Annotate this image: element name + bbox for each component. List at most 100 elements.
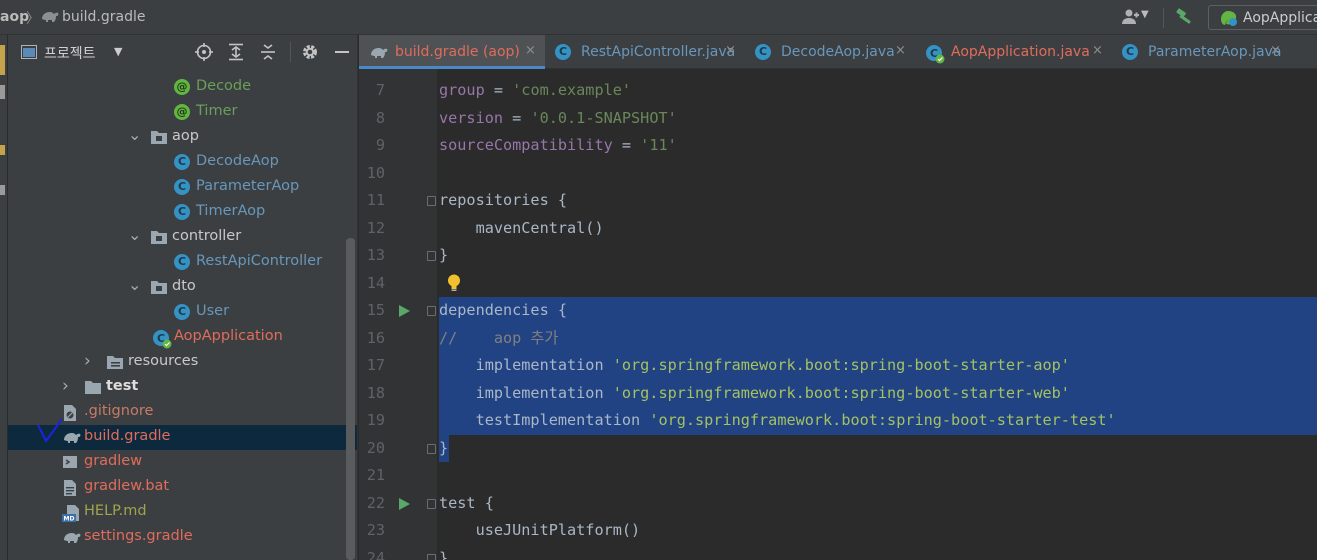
tree-item-timer[interactable]: @ Timer	[8, 100, 357, 125]
line-number: 7	[375, 81, 385, 99]
tree-item-user[interactable]: C User	[8, 300, 357, 325]
chevron-down-icon[interactable]: ⌄	[128, 275, 141, 294]
collapse-all-icon[interactable]	[259, 43, 277, 61]
editor-tab[interactable]: C DecodeAop.java ×	[745, 35, 915, 69]
tree-item-dto[interactable]: ⌄ dto	[8, 275, 357, 300]
editor-tab[interactable]: C RestApiController.java ×	[545, 35, 745, 69]
project-tree-scrollbar[interactable]	[346, 238, 355, 560]
close-icon[interactable]: ×	[1092, 43, 1103, 58]
chevron-down-icon[interactable]: ⌄	[128, 225, 141, 244]
tree-item-label: gradlew.bat	[84, 478, 170, 494]
package-folder-icon	[150, 279, 167, 296]
code-line[interactable]: 22 test {	[359, 490, 1317, 518]
close-icon[interactable]: ×	[895, 43, 906, 58]
tool-window-tab[interactable]	[0, 145, 5, 155]
project-panel-header: 프로젝트 ▼	[8, 35, 358, 69]
code-token: implementation	[439, 356, 613, 374]
code-line[interactable]: 21	[359, 462, 1317, 490]
checkmark-annotation	[37, 418, 63, 443]
tree-item-gradlew[interactable]: gradlew	[8, 450, 357, 475]
code-token: 'org.springframework.boot:spring-boot-st…	[612, 383, 1070, 402]
expand-all-icon[interactable]	[227, 43, 245, 61]
minimize-icon[interactable]	[333, 43, 351, 61]
code-token: // aop 추가	[439, 328, 559, 347]
code-line[interactable]: 10	[359, 160, 1317, 188]
fold-marker-icon[interactable]	[427, 553, 436, 560]
code-line[interactable]: 7 group = 'com.example'	[359, 77, 1317, 105]
code-line[interactable]: 18 implementation 'org.springframework.b…	[359, 379, 1317, 407]
editor-tab[interactable]: build.gradle (aop) ×	[359, 35, 545, 69]
code-text: version = '0.0.1-SNAPSHOT'	[439, 105, 677, 133]
tree-item-gradlew-bat[interactable]: gradlew.bat	[8, 475, 357, 500]
code-line[interactable]: 17 implementation 'org.springframework.b…	[359, 352, 1317, 380]
run-gutter-icon[interactable]	[399, 305, 410, 317]
breadcrumb-file[interactable]: build.gradle	[62, 9, 146, 25]
code-line[interactable]: 15 dependencies {	[359, 297, 1317, 325]
tree-item-decode[interactable]: @ Decode	[8, 75, 357, 100]
tree-item-label: settings.gradle	[84, 528, 193, 544]
fold-marker-icon[interactable]	[427, 443, 436, 454]
tree-item-decodeaop[interactable]: C DecodeAop	[8, 150, 357, 175]
chevron-right-icon[interactable]: ›	[62, 376, 69, 396]
fold-marker-icon[interactable]	[427, 196, 436, 206]
code-line[interactable]: 20}	[359, 434, 1317, 462]
code-line[interactable]: 14	[359, 270, 1317, 298]
tree-item-restapicontroller[interactable]: C RestApiController	[8, 250, 357, 275]
tree-item-aop[interactable]: ⌄ aop	[8, 125, 357, 150]
folder-icon	[84, 379, 101, 396]
close-icon[interactable]: ×	[525, 43, 536, 58]
breadcrumb-project[interactable]: aop	[0, 9, 29, 25]
line-number: 20	[366, 438, 385, 457]
chevron-right-icon[interactable]: ›	[84, 351, 91, 371]
editor-tab[interactable]: C AopApplication.java ×	[915, 35, 1112, 69]
gitignore-icon	[62, 404, 79, 421]
code-line[interactable]: 19 testImplementation 'org.springframewo…	[359, 407, 1317, 435]
line-number: 8	[375, 108, 385, 127]
close-icon[interactable]: ×	[725, 43, 736, 58]
tree-item-settings-gradle[interactable]: settings.gradle	[8, 525, 357, 550]
fold-marker-icon[interactable]	[427, 251, 436, 261]
tree-item-aopapplication[interactable]: C AopApplication	[8, 325, 357, 350]
run-gutter-icon[interactable]	[399, 497, 410, 510]
tool-window-tab[interactable]	[0, 185, 5, 195]
tree-item-label: controller	[172, 228, 242, 244]
code-view[interactable]: 7 group = 'com.example' 8 version = '0.0.1-…	[359, 69, 1317, 560]
run-configuration-selector[interactable]: AopApplication	[1208, 5, 1317, 30]
project-panel-title[interactable]: 프로젝트	[44, 43, 96, 63]
code-line[interactable]: 24}	[359, 545, 1317, 560]
code-line[interactable]: 23 useJUnitPlatform()	[359, 517, 1317, 545]
tree-item-label: TimerAop	[196, 203, 266, 219]
gradle-icon	[62, 529, 81, 546]
code-line[interactable]: 9 sourceCompatibility = '11'	[359, 132, 1317, 160]
chevron-down-icon[interactable]: ▼	[1141, 9, 1149, 20]
editor-tab[interactable]: C ParameterAop.java ×	[1112, 35, 1290, 69]
locate-icon[interactable]	[195, 43, 213, 61]
chevron-down-icon[interactable]: ⌄	[128, 125, 141, 144]
gear-icon[interactable]	[301, 43, 319, 61]
code-line[interactable]: 8 version = '0.0.1-SNAPSHOT'	[359, 105, 1317, 133]
tree-item-help-md[interactable]: MD HELP.md	[8, 500, 357, 525]
fold-marker-icon[interactable]	[427, 306, 436, 316]
code-line[interactable]: 11 repositories {	[359, 187, 1317, 215]
hammer-icon[interactable]	[1174, 7, 1194, 31]
code-line[interactable]: 16 // aop 추가	[359, 324, 1317, 353]
code-text: // aop 추가	[439, 325, 558, 353]
user-icon[interactable]	[1122, 8, 1140, 30]
tree-item-controller[interactable]: ⌄ controller	[8, 225, 357, 250]
chevron-down-icon[interactable]: ▼	[114, 45, 122, 58]
code-line[interactable]: 12 mavenCentral()	[359, 215, 1317, 243]
tree-item-test[interactable]: › test	[8, 375, 357, 400]
tree-item-resources[interactable]: › resources	[8, 350, 357, 375]
tree-item-timeraop[interactable]: C TimerAop	[8, 200, 357, 225]
tree-item-label: RestApiController	[196, 253, 323, 269]
code-line[interactable]: 13}	[359, 242, 1317, 270]
close-icon[interactable]: ×	[1270, 43, 1281, 58]
tool-window-project-tab[interactable]	[0, 45, 5, 75]
selection-highlight	[439, 324, 1317, 352]
tree-item-parameteraop[interactable]: C ParameterAop	[8, 175, 357, 200]
tool-window-tab[interactable]	[0, 85, 5, 99]
code-token: test {	[439, 493, 494, 512]
spring-app-icon: C	[925, 44, 945, 68]
spring-app-icon: C	[152, 329, 172, 349]
fold-marker-icon[interactable]	[427, 498, 436, 509]
